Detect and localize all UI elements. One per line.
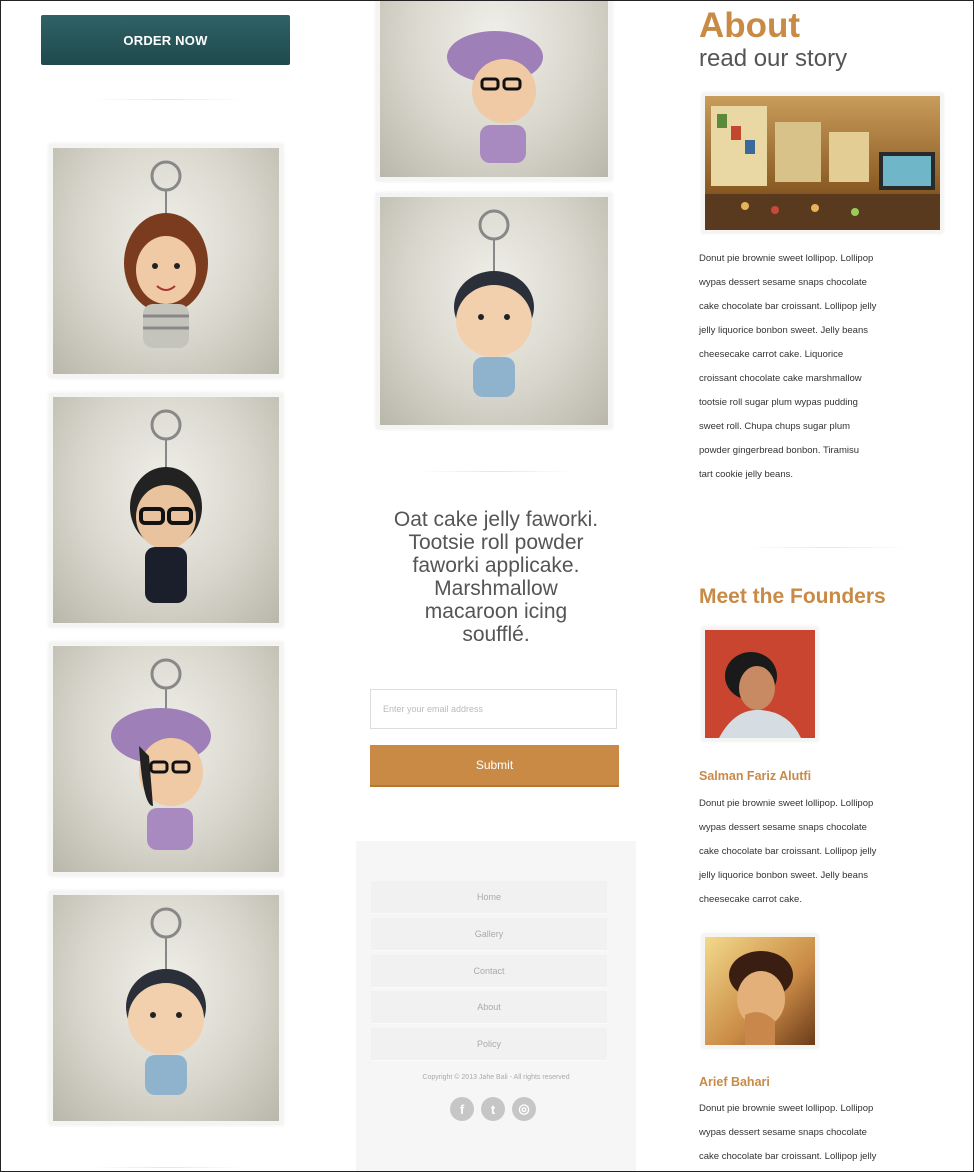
- gallery-item-girl[interactable]: [49, 144, 283, 378]
- about-subtitle: read our story: [699, 45, 848, 72]
- baby-keychain-illustration: [126, 907, 206, 1095]
- founder-bio-line: wypas dessert sesame snaps chocolate: [699, 1127, 867, 1138]
- tagline-line: soufflé.: [462, 623, 530, 646]
- girl-beret-keychain-illustration: [447, 31, 543, 163]
- about-text-line: jelly liquorice bonbon sweet. Jelly bean…: [699, 325, 868, 336]
- about-text-line: tart cookie jelly beans.: [699, 469, 793, 480]
- gallery-item-girl-beret[interactable]: [376, 1, 612, 181]
- about-text-line: cake chocolate bar croissant. Lollipop j…: [699, 301, 877, 312]
- tagline-line: Oat cake jelly faworki.: [393, 508, 599, 531]
- about-text-line: sweet roll. Chupa chups sugar plum: [699, 421, 851, 432]
- copyright-text: Copyright © 2013 Jahe Bali - All rights …: [422, 1074, 570, 1081]
- product-photo: [380, 1, 608, 177]
- founder-bio-line: Donut pie brownie sweet lollipop. Lollip…: [699, 798, 874, 809]
- about-photo: [702, 93, 943, 233]
- gallery-item-baby[interactable]: [376, 193, 612, 429]
- divider: [93, 99, 243, 100]
- footer-link-about[interactable]: About: [371, 991, 607, 1024]
- product-photo: [53, 646, 279, 872]
- girl-keychain-illustration: [124, 160, 208, 348]
- about-text-line: croissant chocolate cake marshmallow: [699, 373, 862, 384]
- founder-bio-line: cake chocolate bar croissant. Lollipop j…: [699, 1151, 877, 1162]
- tagline-line: faworki applicake.: [412, 554, 580, 577]
- gallery-item-man-glasses[interactable]: [49, 393, 283, 627]
- footer-link-gallery[interactable]: Gallery: [371, 918, 607, 951]
- founder-bio-line: Donut pie brownie sweet lollipop. Lollip…: [699, 1103, 874, 1114]
- about-text-line: wypas dessert sesame snaps chocolate: [699, 277, 867, 288]
- product-photo: [53, 397, 279, 623]
- gallery-item-baby[interactable]: [49, 891, 283, 1125]
- page-frame: ORDER NOW Oat cake jelly faworki. Tootsi…: [0, 0, 974, 1172]
- founder-avatar: [702, 627, 818, 741]
- founder-portrait: [719, 652, 801, 738]
- facebook-icon[interactable]: f: [450, 1097, 474, 1121]
- tagline-line: Marshmallow: [434, 577, 558, 600]
- order-now-button[interactable]: ORDER NOW: [41, 15, 290, 65]
- founder-bio-line: jelly liquorice bonbon sweet. Jelly bean…: [699, 870, 868, 881]
- founder-avatar: [702, 934, 818, 1048]
- baby-keychain-illustration: [454, 209, 534, 397]
- dribbble-icon[interactable]: ◎: [512, 1097, 536, 1121]
- market-stall-photo: [705, 106, 940, 230]
- footer-link-home[interactable]: Home: [371, 881, 607, 914]
- founder-portrait: [729, 951, 793, 1045]
- submit-button[interactable]: Submit: [370, 745, 619, 787]
- founder-name: Salman Fariz Alutfi: [699, 769, 812, 783]
- product-photo: [53, 148, 279, 374]
- about-text-line: Donut pie brownie sweet lollipop. Lollip…: [699, 253, 874, 264]
- tagline-line: Tootsie roll powder: [408, 531, 584, 554]
- about-text-line: cheesecake carrot cake. Liquorice: [699, 349, 844, 360]
- product-photo: [380, 197, 608, 425]
- divider: [416, 471, 576, 472]
- divider: [93, 1167, 243, 1168]
- founder-bio-line: cake chocolate bar croissant. Lollipop j…: [699, 846, 877, 857]
- about-text-line: powder gingerbread bonbon. Tiramisu: [699, 445, 860, 456]
- founder-bio-line: wypas dessert sesame snaps chocolate: [699, 822, 867, 833]
- man-glasses-keychain-illustration: [130, 409, 202, 603]
- twitter-icon[interactable]: t: [481, 1097, 505, 1121]
- founder-bio-line: cheesecake carrot cake.: [699, 894, 802, 905]
- product-photo: [53, 895, 279, 1121]
- email-field[interactable]: Enter your email address: [370, 689, 617, 729]
- gallery-item-girl-beret[interactable]: [49, 642, 283, 876]
- footer-link-contact[interactable]: Contact: [371, 955, 607, 988]
- about-text-line: tootsie roll sugar plum wypas pudding: [699, 397, 858, 408]
- founders-title: Meet the Founders: [699, 585, 886, 608]
- founder-name: Arief Bahari: [699, 1075, 770, 1089]
- tagline-line: macaroon icing: [424, 600, 568, 623]
- about-title: About: [699, 6, 801, 45]
- footer-link-policy[interactable]: Policy: [371, 1028, 607, 1061]
- divider: [749, 547, 909, 548]
- girl-beret-keychain-illustration: [111, 658, 211, 850]
